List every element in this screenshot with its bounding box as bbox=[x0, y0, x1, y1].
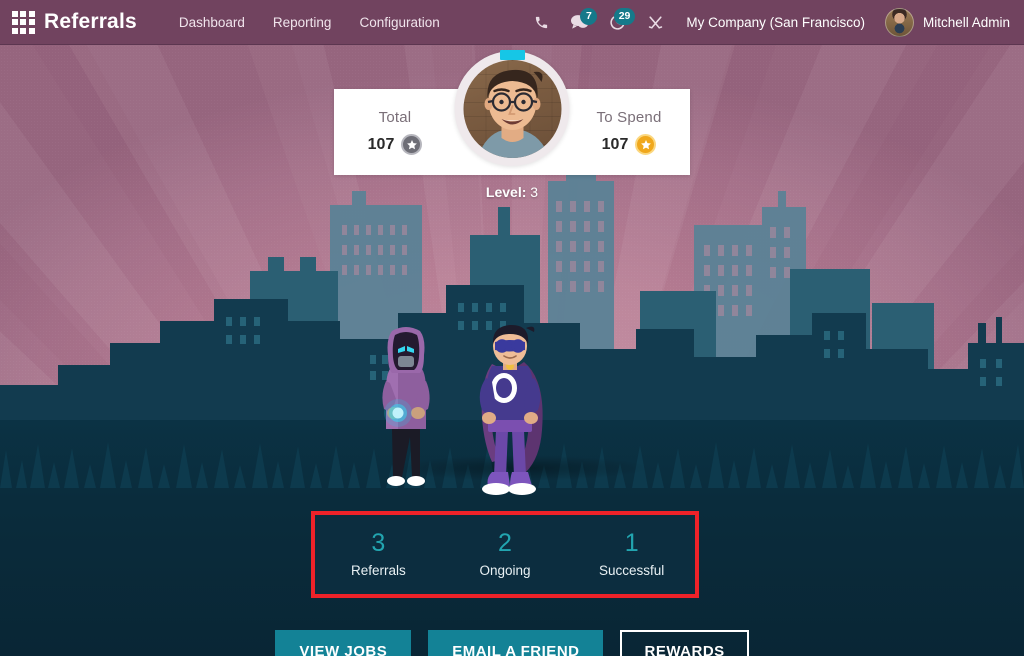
level-indicator: Level: 3 bbox=[334, 184, 690, 200]
activities-clock-icon[interactable]: 29 bbox=[600, 6, 636, 38]
referral-stats-panel: 3 Referrals 2 Ongoing 1 Successful bbox=[315, 515, 695, 594]
score-card-panel: Total 107 To Spend 107 bbox=[334, 50, 690, 175]
level-value: 3 bbox=[530, 184, 539, 200]
rewards-button[interactable]: REWARDS bbox=[620, 630, 749, 656]
user-name-label: Mitchell Admin bbox=[922, 14, 1010, 30]
total-points-block: Total 107 bbox=[334, 109, 456, 155]
systray-icons: 7 29 bbox=[524, 6, 672, 38]
stat-referrals-value: 3 bbox=[371, 529, 386, 557]
to-spend-value-row: 107 bbox=[602, 134, 657, 155]
menu-item-dashboard[interactable]: Dashboard bbox=[165, 2, 259, 43]
total-label: Total bbox=[378, 109, 412, 126]
stat-ongoing-value: 2 bbox=[498, 529, 512, 557]
stat-ongoing[interactable]: 2 Ongoing bbox=[442, 529, 569, 579]
top-navbar: Referrals Dashboard Reporting Configurat… bbox=[0, 0, 1024, 45]
referral-stats-highlight-box: 3 Referrals 2 Ongoing 1 Successful bbox=[311, 511, 699, 598]
stat-ongoing-label: Ongoing bbox=[479, 563, 531, 578]
phone-icon[interactable] bbox=[524, 6, 558, 38]
gold-star-coin-icon bbox=[635, 134, 657, 155]
user-menu[interactable]: Mitchell Admin bbox=[884, 7, 1010, 37]
apps-grid-icon[interactable] bbox=[8, 7, 38, 37]
grey-star-coin-icon bbox=[401, 134, 423, 155]
level-avatar-ring[interactable] bbox=[454, 50, 570, 166]
menu-item-configuration[interactable]: Configuration bbox=[345, 2, 453, 43]
stat-successful-label: Successful bbox=[599, 563, 665, 578]
activities-badge: 29 bbox=[613, 8, 636, 25]
avatar bbox=[884, 7, 914, 37]
city-skyline-illustration bbox=[0, 173, 1024, 423]
messages-icon[interactable]: 7 bbox=[562, 6, 598, 38]
action-buttons: VIEW JOBS EMAIL A FRIEND REWARDS bbox=[0, 630, 1024, 656]
user-avatar-photo bbox=[463, 59, 561, 158]
debug-tools-icon[interactable] bbox=[638, 6, 672, 38]
referrals-hero-scene: Total 107 To Spend 107 Level: 3 3 Referr… bbox=[0, 45, 1024, 656]
main-menu: Dashboard Reporting Configuration bbox=[165, 2, 454, 43]
to-spend-value: 107 bbox=[601, 135, 629, 153]
to-spend-points-block: To Spend 107 bbox=[568, 109, 690, 155]
messages-badge: 7 bbox=[580, 8, 598, 25]
stat-successful[interactable]: 1 Successful bbox=[568, 529, 695, 579]
stat-referrals-label: Referrals bbox=[350, 563, 406, 578]
total-value-row: 107 bbox=[368, 134, 423, 155]
level-progress-marker bbox=[499, 50, 525, 60]
level-prefix-label: Level: bbox=[485, 184, 527, 200]
company-switcher[interactable]: My Company (San Francisco) bbox=[686, 15, 865, 30]
app-brand-title[interactable]: Referrals bbox=[44, 10, 137, 34]
score-card: Total 107 To Spend 107 Level: 3 bbox=[334, 50, 690, 200]
character-shadow bbox=[390, 455, 650, 481]
email-a-friend-button[interactable]: EMAIL A FRIEND bbox=[428, 630, 604, 656]
menu-item-reporting[interactable]: Reporting bbox=[259, 2, 346, 43]
referrals-page: Referrals Dashboard Reporting Configurat… bbox=[0, 0, 1024, 656]
to-spend-label: To Spend bbox=[596, 109, 662, 126]
stat-referrals[interactable]: 3 Referrals bbox=[315, 529, 442, 579]
stat-successful-value: 1 bbox=[624, 529, 639, 557]
view-jobs-button[interactable]: VIEW JOBS bbox=[275, 630, 412, 656]
total-value: 107 bbox=[367, 135, 395, 153]
